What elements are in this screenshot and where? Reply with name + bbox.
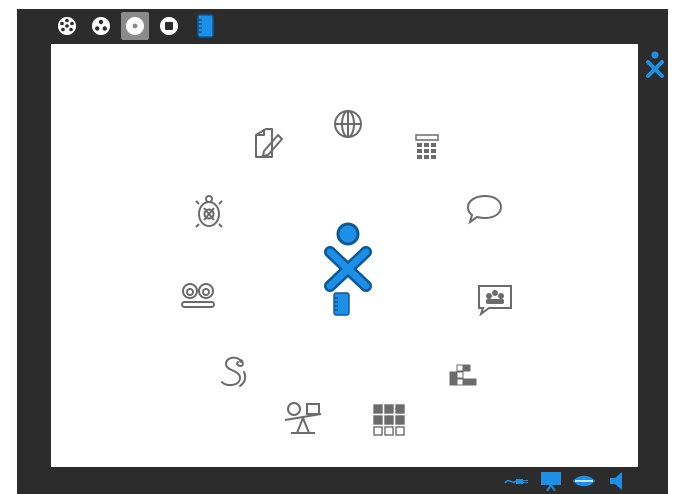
display-icon[interactable] bbox=[539, 470, 563, 492]
pippy-activity-icon[interactable] bbox=[212, 352, 252, 392]
home-view-canvas bbox=[51, 44, 638, 467]
blocks-activity-icon[interactable] bbox=[442, 356, 482, 396]
shared-chat-activity-icon[interactable] bbox=[475, 280, 515, 320]
home-icon bbox=[126, 17, 144, 35]
owner-xo-icon[interactable] bbox=[644, 49, 666, 79]
calculate-activity-icon[interactable] bbox=[407, 129, 447, 169]
browse-activity-icon[interactable] bbox=[328, 104, 368, 144]
journal-icon bbox=[197, 14, 214, 38]
neighborhood-icon bbox=[58, 17, 76, 35]
sugar-frame bbox=[17, 9, 668, 494]
activity-icon bbox=[160, 17, 178, 35]
xo-buddy-icon[interactable] bbox=[321, 222, 375, 292]
zoom-toolbar bbox=[17, 9, 668, 44]
physics-activity-icon[interactable] bbox=[283, 398, 323, 438]
journal-view-button[interactable] bbox=[191, 12, 219, 40]
journal-icon[interactable] bbox=[332, 292, 350, 316]
chat-activity-icon[interactable] bbox=[465, 189, 505, 229]
turtleart-activity-icon[interactable] bbox=[189, 192, 229, 232]
memorize-activity-icon[interactable] bbox=[369, 400, 409, 440]
group-view-button[interactable] bbox=[87, 12, 115, 40]
speaker-icon[interactable] bbox=[605, 470, 629, 492]
group-icon bbox=[92, 17, 110, 35]
home-view-button[interactable] bbox=[121, 12, 149, 40]
device-tray bbox=[17, 467, 668, 494]
activity-view-button[interactable] bbox=[155, 12, 183, 40]
network-icon[interactable] bbox=[503, 470, 531, 492]
write-activity-icon[interactable] bbox=[247, 124, 287, 164]
neighborhood-view-button[interactable] bbox=[53, 12, 81, 40]
speech-icon[interactable] bbox=[571, 470, 597, 492]
record-activity-icon[interactable] bbox=[178, 276, 218, 316]
